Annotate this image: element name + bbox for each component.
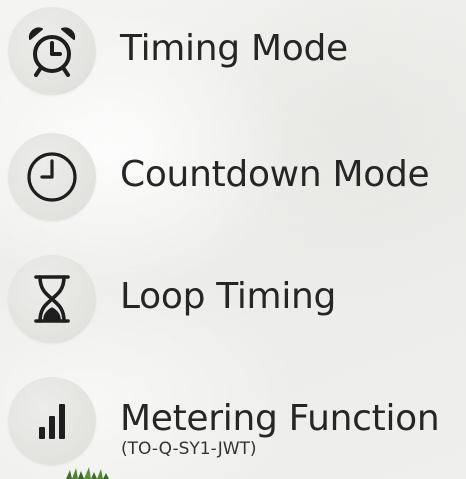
hourglass-icon bbox=[34, 275, 70, 323]
grass-decoration bbox=[66, 467, 109, 479]
feature-countdown-mode: Countdown Mode bbox=[0, 133, 466, 225]
bar-chart-icon bbox=[39, 404, 65, 439]
feature-label: Timing Mode bbox=[120, 28, 348, 69]
feature-loop-timing: Loop Timing bbox=[0, 255, 466, 347]
feature-model-code: (TO-Q-SY1-JWT) bbox=[121, 439, 257, 459]
feature-list: Timing Mode Countdown Mode Loop Timing M… bbox=[0, 0, 466, 479]
feature-label: Countdown Mode bbox=[120, 154, 430, 195]
feature-timing-mode: Timing Mode bbox=[0, 7, 466, 99]
feature-label: Metering Function bbox=[120, 398, 440, 439]
icon-disc bbox=[8, 255, 96, 343]
alarm-clock-icon bbox=[28, 27, 76, 77]
icon-disc bbox=[8, 133, 96, 221]
icon-disc bbox=[8, 377, 96, 465]
clock-icon bbox=[27, 152, 77, 202]
feature-metering-function: Metering Function (TO-Q-SY1-JWT) bbox=[0, 377, 466, 469]
feature-label: Loop Timing bbox=[120, 276, 337, 317]
icon-disc bbox=[8, 7, 96, 95]
